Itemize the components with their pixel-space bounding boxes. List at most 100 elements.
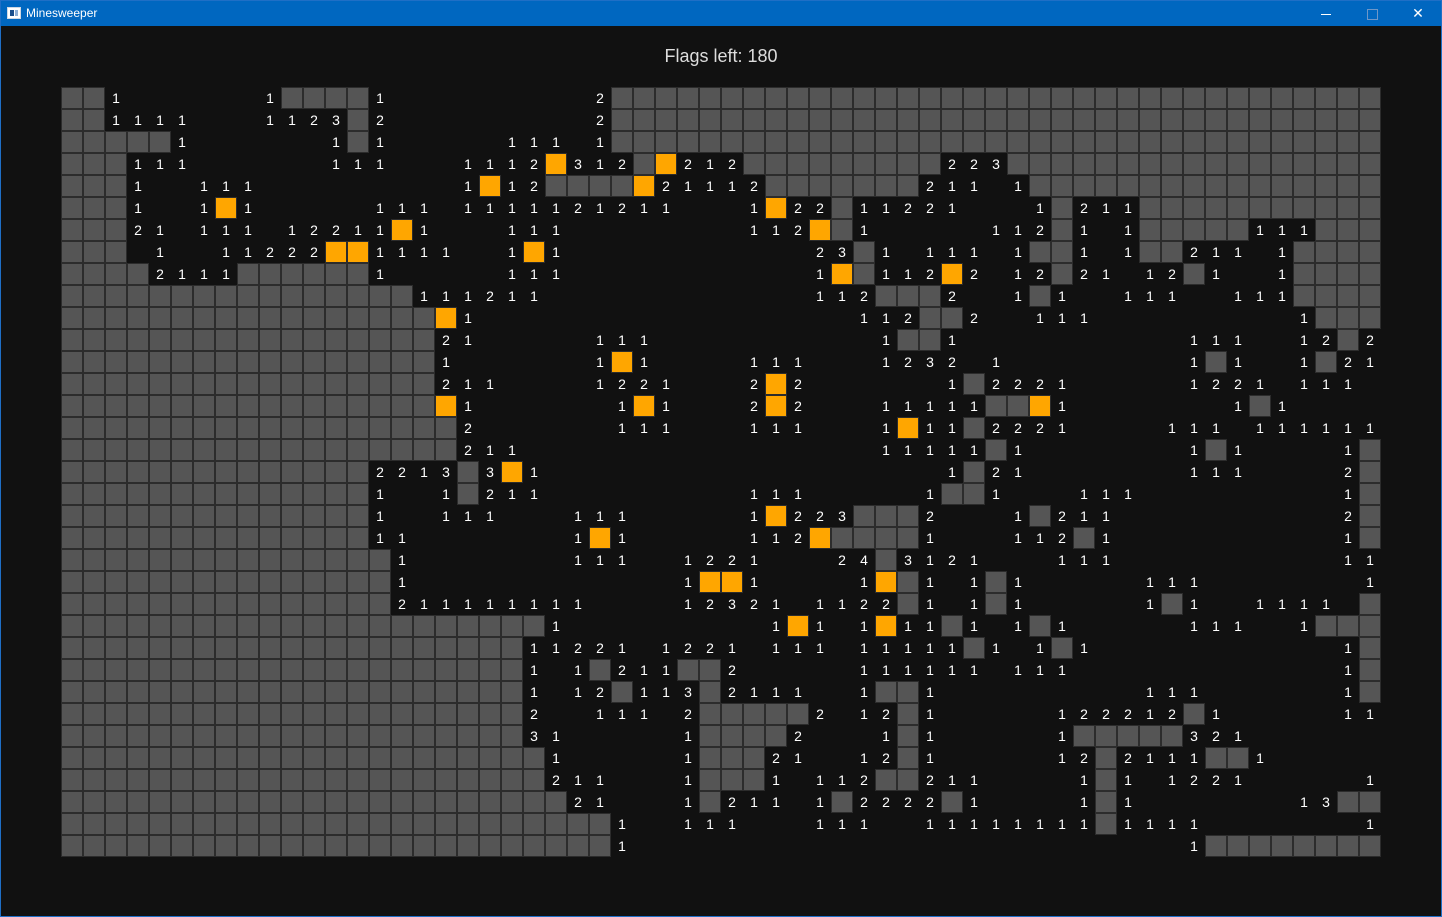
hidden-cell[interactable] xyxy=(1139,219,1161,241)
revealed-number-cell[interactable]: 1 xyxy=(1117,483,1139,505)
hidden-cell[interactable] xyxy=(391,703,413,725)
hidden-cell[interactable] xyxy=(325,703,347,725)
hidden-cell[interactable] xyxy=(281,527,303,549)
hidden-cell[interactable] xyxy=(347,285,369,307)
hidden-cell[interactable] xyxy=(413,681,435,703)
revealed-number-cell[interactable]: 1 xyxy=(523,131,545,153)
revealed-number-cell[interactable]: 1 xyxy=(1117,219,1139,241)
hidden-cell[interactable] xyxy=(259,307,281,329)
hidden-cell[interactable] xyxy=(171,615,193,637)
hidden-cell[interactable] xyxy=(259,571,281,593)
hidden-cell[interactable] xyxy=(1359,637,1381,659)
hidden-cell[interactable] xyxy=(501,681,523,703)
hidden-cell[interactable] xyxy=(1359,285,1381,307)
revealed-number-cell[interactable]: 1 xyxy=(831,769,853,791)
hidden-cell[interactable] xyxy=(985,439,1007,461)
hidden-cell[interactable] xyxy=(83,153,105,175)
revealed-number-cell[interactable]: 1 xyxy=(897,395,919,417)
revealed-number-cell[interactable]: 1 xyxy=(985,351,1007,373)
hidden-cell[interactable] xyxy=(1007,131,1029,153)
revealed-number-cell[interactable]: 1 xyxy=(523,219,545,241)
revealed-number-cell[interactable]: 1 xyxy=(963,791,985,813)
hidden-cell[interactable] xyxy=(853,505,875,527)
hidden-cell[interactable] xyxy=(1161,87,1183,109)
revealed-number-cell[interactable]: 1 xyxy=(1359,813,1381,835)
hidden-cell[interactable] xyxy=(281,483,303,505)
hidden-cell[interactable] xyxy=(1029,109,1051,131)
revealed-number-cell[interactable]: 1 xyxy=(501,593,523,615)
revealed-number-cell[interactable]: 2 xyxy=(479,285,501,307)
hidden-cell[interactable] xyxy=(369,725,391,747)
hidden-cell[interactable] xyxy=(1183,219,1205,241)
hidden-cell[interactable] xyxy=(281,813,303,835)
revealed-number-cell[interactable]: 1 xyxy=(1205,461,1227,483)
hidden-cell[interactable] xyxy=(105,197,127,219)
hidden-cell[interactable] xyxy=(413,373,435,395)
hidden-cell[interactable] xyxy=(83,417,105,439)
revealed-number-cell[interactable]: 1 xyxy=(1337,483,1359,505)
hidden-cell[interactable] xyxy=(303,285,325,307)
revealed-number-cell[interactable]: 1 xyxy=(457,197,479,219)
hidden-cell[interactable] xyxy=(105,637,127,659)
revealed-number-cell[interactable]: 1 xyxy=(567,769,589,791)
revealed-number-cell[interactable]: 1 xyxy=(1007,571,1029,593)
hidden-cell[interactable] xyxy=(61,351,83,373)
hidden-cell[interactable] xyxy=(105,527,127,549)
revealed-number-cell[interactable]: 1 xyxy=(435,593,457,615)
revealed-number-cell[interactable]: 1 xyxy=(1117,813,1139,835)
revealed-number-cell[interactable]: 1 xyxy=(1183,439,1205,461)
revealed-number-cell[interactable]: 1 xyxy=(1051,615,1073,637)
revealed-number-cell[interactable]: 1 xyxy=(369,263,391,285)
hidden-cell[interactable] xyxy=(479,725,501,747)
revealed-number-cell[interactable]: 1 xyxy=(589,373,611,395)
hidden-cell[interactable] xyxy=(897,747,919,769)
hidden-cell[interactable] xyxy=(787,703,809,725)
hidden-cell[interactable] xyxy=(743,87,765,109)
hidden-cell[interactable] xyxy=(523,813,545,835)
hidden-cell[interactable] xyxy=(105,175,127,197)
hidden-cell[interactable] xyxy=(435,637,457,659)
hidden-cell[interactable] xyxy=(83,109,105,131)
hidden-cell[interactable] xyxy=(259,373,281,395)
revealed-number-cell[interactable]: 1 xyxy=(369,131,391,153)
hidden-cell[interactable] xyxy=(171,725,193,747)
revealed-number-cell[interactable]: 2 xyxy=(1337,351,1359,373)
hidden-cell[interactable] xyxy=(457,483,479,505)
hidden-cell[interactable] xyxy=(83,769,105,791)
revealed-number-cell[interactable]: 1 xyxy=(237,219,259,241)
revealed-number-cell[interactable]: 1 xyxy=(1095,505,1117,527)
revealed-number-cell[interactable]: 2 xyxy=(1029,219,1051,241)
hidden-cell[interactable] xyxy=(413,725,435,747)
hidden-cell[interactable] xyxy=(215,439,237,461)
revealed-number-cell[interactable]: 2 xyxy=(611,197,633,219)
revealed-number-cell[interactable]: 2 xyxy=(787,219,809,241)
revealed-number-cell[interactable]: 2 xyxy=(1205,373,1227,395)
revealed-number-cell[interactable]: 3 xyxy=(897,549,919,571)
hidden-cell[interactable] xyxy=(479,703,501,725)
flagged-cell[interactable] xyxy=(875,615,897,637)
hidden-cell[interactable] xyxy=(1337,241,1359,263)
flagged-cell[interactable] xyxy=(831,263,853,285)
hidden-cell[interactable] xyxy=(435,615,457,637)
hidden-cell[interactable] xyxy=(193,593,215,615)
revealed-number-cell[interactable]: 1 xyxy=(1205,241,1227,263)
hidden-cell[interactable] xyxy=(325,527,347,549)
revealed-number-cell[interactable]: 2 xyxy=(1073,747,1095,769)
revealed-number-cell[interactable]: 1 xyxy=(1139,593,1161,615)
hidden-cell[interactable] xyxy=(193,417,215,439)
hidden-cell[interactable] xyxy=(259,681,281,703)
hidden-cell[interactable] xyxy=(105,549,127,571)
hidden-cell[interactable] xyxy=(303,615,325,637)
revealed-number-cell[interactable]: 1 xyxy=(743,505,765,527)
hidden-cell[interactable] xyxy=(215,835,237,857)
hidden-cell[interactable] xyxy=(237,769,259,791)
hidden-cell[interactable] xyxy=(391,417,413,439)
revealed-number-cell[interactable]: 1 xyxy=(589,505,611,527)
revealed-number-cell[interactable]: 2 xyxy=(1315,329,1337,351)
revealed-number-cell[interactable]: 1 xyxy=(1095,197,1117,219)
revealed-number-cell[interactable]: 1 xyxy=(501,131,523,153)
hidden-cell[interactable] xyxy=(1271,197,1293,219)
revealed-number-cell[interactable]: 2 xyxy=(303,219,325,241)
hidden-cell[interactable] xyxy=(105,131,127,153)
hidden-cell[interactable] xyxy=(347,637,369,659)
